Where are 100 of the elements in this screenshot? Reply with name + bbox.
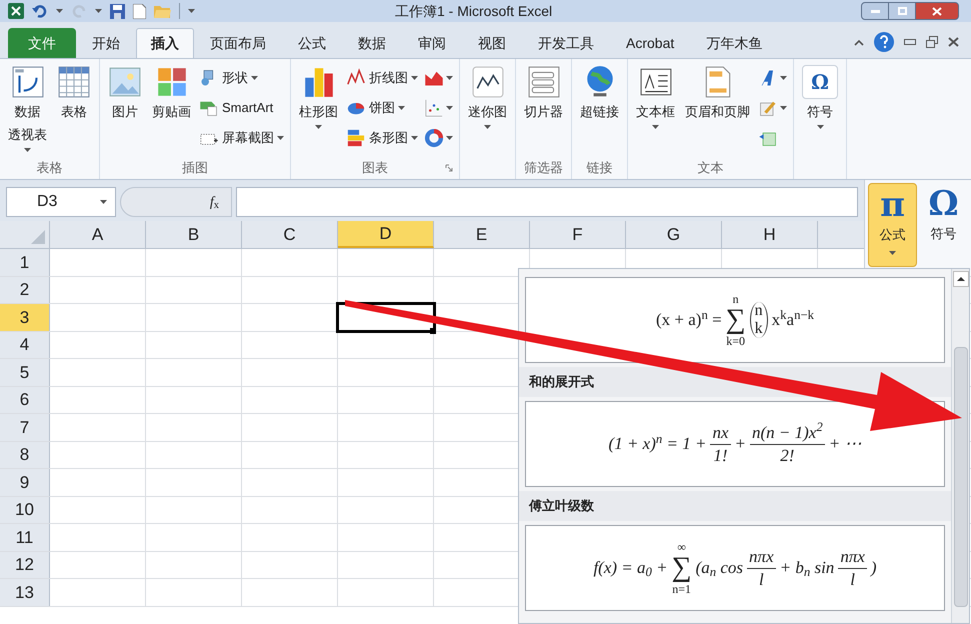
ribbon-button[interactable]: Ω 符号 (800, 65, 840, 129)
ribbon-button[interactable]: 饼图 (346, 95, 418, 121)
collapse-ribbon-icon[interactable] (854, 38, 864, 46)
button-label: 符号 (930, 225, 956, 243)
dialog-launcher-icon[interactable] (445, 164, 453, 172)
caret-icon (188, 9, 195, 13)
caret-icon (251, 76, 258, 80)
column-header[interactable]: G (626, 221, 722, 248)
caret-icon (780, 106, 787, 110)
caret-icon (315, 125, 322, 129)
row-header[interactable]: 12 (0, 552, 50, 578)
column-header[interactable]: E (434, 221, 530, 248)
minimize-button[interactable] (861, 2, 889, 20)
scatter-chart-icon (424, 98, 444, 118)
ribbon-button[interactable]: 形状 (199, 65, 284, 91)
ribbon-button[interactable]: 迷你图 (466, 65, 509, 129)
ribbon-button[interactable]: 屏幕截图 (199, 125, 284, 151)
group-label: 表格 (36, 159, 62, 178)
close-button[interactable] (915, 2, 959, 20)
button-label: 图片 (112, 103, 138, 121)
equation-glyph: Ω (928, 184, 959, 224)
row-header[interactable]: 2 (0, 276, 50, 303)
ribbon-button[interactable]: 图片 (106, 65, 144, 122)
ribbon-button[interactable]: 切片器 (522, 65, 565, 122)
ribbon-tab[interactable]: 插入 (136, 28, 194, 58)
row-header[interactable]: 6 (0, 386, 50, 413)
ribbon-tab[interactable]: 视图 (462, 28, 522, 58)
close-icon[interactable] (948, 37, 959, 47)
ribbon-tab[interactable]: 公式 (282, 28, 342, 58)
row-header[interactable]: 13 (0, 579, 50, 606)
column-header[interactable]: F (530, 221, 626, 248)
omega-glyph: Ω (802, 65, 838, 99)
equation-button[interactable]: π 公式 (868, 183, 918, 267)
insert-function-button[interactable]: f$_{x}$ (210, 192, 219, 212)
close-icon (932, 6, 942, 16)
group-label: 插图 (182, 159, 208, 178)
ribbon-button[interactable]: 数据 透视表 (6, 65, 49, 152)
row-header[interactable]: 11 (0, 524, 50, 550)
minimize-icon (870, 10, 880, 12)
ribbon-button[interactable]: 超链接 (578, 65, 621, 122)
ribbon-button[interactable]: 表格 (55, 65, 93, 122)
ribbon-button[interactable]: 柱形图 (297, 65, 340, 129)
row-header[interactable]: 10 (0, 496, 50, 523)
caret-icon (56, 9, 63, 13)
ribbon-button[interactable]: 文本框 (634, 65, 677, 129)
formula-input[interactable] (236, 187, 858, 217)
ribbon-tab[interactable]: 开发工具 (522, 28, 610, 58)
ribbon-tab[interactable]: 文件 (8, 28, 76, 58)
group-label: 链接 (586, 159, 612, 178)
row-header[interactable]: 1 (0, 249, 50, 276)
column-header[interactable]: A (50, 221, 146, 248)
ribbon-tab[interactable]: 数据 (342, 28, 402, 58)
ribbon-button[interactable]: 剪贴画 (150, 65, 193, 122)
button-label: 柱形图 (299, 103, 338, 121)
ribbon-button[interactable]: 页眉和页脚 (683, 65, 752, 122)
button-label: 迷你图 (468, 103, 507, 121)
row-header[interactable]: 4 (0, 332, 50, 358)
button-label: 页眉和页脚 (685, 103, 750, 121)
button-label: 数据 (14, 103, 40, 121)
section-title: 傅立叶级数 (519, 491, 951, 521)
scroll-up-icon[interactable] (952, 271, 968, 287)
row-header[interactable]: 8 (0, 442, 50, 468)
ribbon-button[interactable]: 折线图 (346, 65, 418, 91)
equation-button[interactable]: Ω 符号 (919, 183, 968, 267)
help-icon[interactable] (874, 32, 894, 52)
column-header[interactable]: B (146, 221, 242, 248)
ribbon-button[interactable]: 条形图 (346, 125, 418, 151)
row-header[interactable]: 7 (0, 414, 50, 440)
picture-icon (108, 65, 142, 99)
ribbon-tab[interactable]: 万年木鱼 (690, 28, 778, 58)
minimize-icon[interactable] (904, 39, 916, 45)
row-header[interactable]: 9 (0, 469, 50, 496)
row-header[interactable]: 3 (0, 304, 50, 330)
button-label: 切片器 (524, 103, 563, 121)
name-box[interactable]: D3 (6, 187, 116, 217)
button-label: 超链接 (580, 103, 619, 121)
save-icon[interactable] (110, 4, 125, 18)
scrollbar-thumb[interactable] (954, 347, 968, 607)
ribbon-tab[interactable]: 页面布局 (194, 28, 282, 58)
fill-handle[interactable] (430, 328, 436, 334)
caret-icon (100, 200, 107, 204)
scrollbar[interactable] (951, 269, 969, 623)
column-header[interactable]: D (338, 221, 434, 248)
button-label: 透视表 (8, 126, 47, 144)
undo-icon[interactable] (32, 4, 48, 18)
donut-chart-icon (424, 128, 444, 148)
ribbon-button[interactable]: SmartArt (199, 95, 284, 121)
caret-icon (24, 148, 31, 152)
new-file-icon[interactable] (133, 4, 146, 18)
ribbon-tab[interactable]: 开始 (76, 28, 136, 58)
column-header[interactable]: H (722, 221, 818, 248)
table-icon (57, 65, 91, 99)
restore-icon[interactable] (926, 36, 938, 48)
row-header[interactable]: 5 (0, 359, 50, 386)
caret-icon (411, 136, 418, 140)
spreadsheet-logo-icon[interactable] (8, 3, 24, 19)
maximize-button[interactable] (889, 2, 915, 20)
ribbon-tab[interactable]: 审阅 (402, 28, 462, 58)
maximize-icon (898, 7, 906, 15)
ribbon-tab[interactable]: Acrobat (610, 28, 690, 58)
